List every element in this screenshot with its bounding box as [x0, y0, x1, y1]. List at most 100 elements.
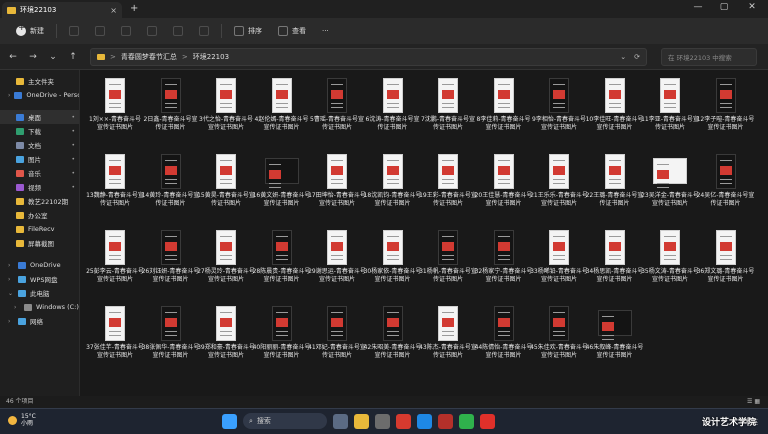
- file-item[interactable]: 38张佩华-青春奋斗号宣传证书图片: [142, 300, 200, 374]
- file-item[interactable]: 16黄文妍-青春奋斗号宣传证书图片: [253, 148, 311, 222]
- file-item[interactable]: 27杨灵玲-青春奋斗号宣传证书图片: [197, 224, 255, 298]
- sidebar-item-this-pc[interactable]: ⌄ 此电脑: [0, 286, 79, 300]
- file-item[interactable]: 12李子暄-青春奋斗号宣传证书图片: [697, 72, 755, 146]
- tab-active[interactable]: 环境22103 ×: [2, 2, 122, 18]
- file-item[interactable]: 21王乐乐-青春奋斗号宣传证书图片: [530, 148, 588, 222]
- tab-close-button[interactable]: ×: [110, 6, 117, 15]
- sidebar-item-quick[interactable]: 文档 •: [0, 138, 79, 152]
- sidebar-item-windows-c[interactable]: › Windows (C:): [0, 300, 79, 314]
- app-icon[interactable]: [375, 413, 390, 429]
- rename-button[interactable]: [139, 21, 165, 41]
- file-item[interactable]: 3代之怡-青春奋斗号宣传证书图片: [197, 72, 255, 146]
- file-item[interactable]: 18沈凯钧-青春奋斗号宣传证书图片: [364, 148, 422, 222]
- file-item[interactable]: 10李佳旺-青春奋斗号宣传证书图片: [586, 72, 644, 146]
- sidebar-item-quick[interactable]: 办公室: [0, 208, 79, 222]
- up-button[interactable]: ↑: [66, 52, 80, 62]
- file-item[interactable]: 11李亚-青春奋斗号宣传证书图片: [641, 72, 699, 146]
- file-item[interactable]: 4赵伦嫣-青春奋斗号宣传证书图片: [253, 72, 311, 146]
- file-item[interactable]: 36郑文璐-青春奋斗号宣传证书图片: [697, 224, 755, 298]
- file-item[interactable]: 34杨思凯-青春奋斗号宣传证书图片: [586, 224, 644, 298]
- copy-button[interactable]: [87, 21, 113, 41]
- delete-button[interactable]: [191, 21, 217, 41]
- file-item[interactable]: 2日鑫-青春奋斗号宣传证书图片: [142, 72, 200, 146]
- file-item[interactable]: 37张佳芊-青春奋斗号宣传证书图片: [86, 300, 144, 374]
- sidebar-item-onedrive-personal[interactable]: › OneDrive - Perso: [0, 88, 79, 102]
- file-item[interactable]: 45朱佳欢-青春奋斗号宣传证书图片: [530, 300, 588, 374]
- recent-locations-button[interactable]: ⌄: [46, 52, 60, 62]
- file-item[interactable]: 42朱昭美-青春奋斗号宣传证书图片: [364, 300, 422, 374]
- cut-button[interactable]: [61, 21, 87, 41]
- sidebar-item-quick[interactable]: 屏幕截图: [0, 236, 79, 250]
- file-item[interactable]: 17田坤怡-青春奋斗号宣传证书图片: [308, 148, 366, 222]
- file-item[interactable]: 44陈倩怡-青春奋斗号宣传证书图片: [475, 300, 533, 374]
- share-button[interactable]: [165, 21, 191, 41]
- sort-button[interactable]: 排序: [226, 21, 270, 41]
- file-item[interactable]: 43陈杰-青春奋斗号宣传证书图片: [419, 300, 477, 374]
- start-icon[interactable]: [222, 413, 237, 429]
- file-explorer-icon[interactable]: [354, 413, 369, 429]
- address-dropdown-button[interactable]: ⌄: [620, 53, 626, 61]
- sidebar-item-wps[interactable]: › WPS网盘: [0, 272, 79, 286]
- file-item[interactable]: 41邓妃-青春奋斗号宣传证书图片: [308, 300, 366, 374]
- maximize-button[interactable]: ▢: [712, 2, 736, 12]
- file-item[interactable]: 26刘钰妍-青春奋斗号宣传证书图片: [142, 224, 200, 298]
- forward-button[interactable]: →: [26, 52, 40, 62]
- file-item[interactable]: 20王佳慧-青春奋斗号宣传证书图片: [475, 148, 533, 222]
- file-item[interactable]: 33杨晞铅-青春奋斗号宣传证书图片: [530, 224, 588, 298]
- sidebar-item-quick[interactable]: 下载 •: [0, 124, 79, 138]
- sidebar-item-quick[interactable]: 图片 •: [0, 152, 79, 166]
- file-item[interactable]: 6沈涛-青春奋斗号宣传证书图片: [364, 72, 422, 146]
- new-tab-button[interactable]: +: [130, 3, 138, 14]
- window-close-button[interactable]: ✕: [740, 2, 764, 12]
- file-item[interactable]: 35杨文涛-青春奋斗号宣传证书图片: [641, 224, 699, 298]
- file-item[interactable]: 15黄昊-青春奋斗号宣传证书图片: [197, 148, 255, 222]
- sidebar-item-quick[interactable]: 教艺22102期: [0, 194, 79, 208]
- file-item[interactable]: 32杨家宁-青春奋斗号宣传证书图片: [475, 224, 533, 298]
- file-item[interactable]: 40阳丽丽-青春奋斗号宣传证书图片: [253, 300, 311, 374]
- file-item[interactable]: 31杨帆-青春奋斗号宣传证书图片: [419, 224, 477, 298]
- file-item[interactable]: 1刘××-青春奋斗号宣传证书图片: [86, 72, 144, 146]
- edge-icon[interactable]: [417, 413, 432, 429]
- sidebar-item-network[interactable]: › 网络: [0, 314, 79, 328]
- file-item[interactable]: 30杨家依-青春奋斗号宣传证书图片: [364, 224, 422, 298]
- more-button[interactable]: ···: [314, 21, 337, 41]
- sidebar-item-quick[interactable]: 视频 •: [0, 180, 79, 194]
- taskbar-search[interactable]: ⌕ 搜索: [243, 413, 327, 429]
- paste-button[interactable]: [113, 21, 139, 41]
- wps-office-icon[interactable]: [480, 413, 495, 429]
- file-item[interactable]: 9李相怡-青春奋斗号宣传证书图片: [530, 72, 588, 146]
- file-item[interactable]: 25彭李云-青春奋斗号宣传证书图片: [86, 224, 144, 298]
- view-button[interactable]: 查看: [270, 21, 314, 41]
- view-toggle[interactable]: ☰ ▦: [747, 396, 760, 408]
- sidebar-item-quick[interactable]: 音乐 •: [0, 166, 79, 180]
- sidebar-item-home[interactable]: 主文件夹: [0, 74, 79, 88]
- app-icon[interactable]: [438, 413, 453, 429]
- sidebar-item-quick[interactable]: FileRecv: [0, 222, 79, 236]
- file-item[interactable]: 14黄玲-青春奋斗号宣传证书图片: [142, 148, 200, 222]
- weather-widget[interactable]: 15°C 小雨: [8, 413, 36, 427]
- address-bar[interactable]: > 青春圆梦春节汇总 > 环境22103 ⌄ ⟳: [90, 47, 647, 66]
- file-item[interactable]: 39郑和豪-青春奋斗号宣传证书图片: [197, 300, 255, 374]
- breadcrumb-current[interactable]: 环境22103: [193, 52, 229, 62]
- file-item[interactable]: 19王彩-青春奋斗号宣传证书图片: [419, 148, 477, 222]
- file-item[interactable]: 24吴亿-青春奋斗号宣传证书图片: [697, 148, 755, 222]
- file-item[interactable]: 46朱叙峰-青春奋斗号宣传证书图片: [586, 300, 644, 374]
- breadcrumb-parent[interactable]: 青春圆梦春节汇总: [121, 52, 177, 62]
- file-item[interactable]: 7沈鹏-青春奋斗号宣传证书图片: [419, 72, 477, 146]
- search-input[interactable]: 在 环境22103 中搜索: [661, 47, 757, 66]
- back-button[interactable]: ←: [6, 52, 20, 62]
- file-item[interactable]: 13魏静-青春奋斗号宣传证书图片: [86, 148, 144, 222]
- minimize-button[interactable]: —: [686, 2, 710, 12]
- wps-icon[interactable]: [396, 413, 411, 429]
- file-item[interactable]: 22王璐-青春奋斗号宣传证书图片: [586, 148, 644, 222]
- file-item[interactable]: 29谢思运-青春奋斗号宣传证书图片: [308, 224, 366, 298]
- file-item[interactable]: 23吴洋金-青春奋斗号宣传证书图片: [641, 148, 699, 222]
- sidebar-item-quick[interactable]: 桌面 •: [0, 110, 79, 124]
- wechat-icon[interactable]: [459, 413, 474, 429]
- file-item[interactable]: 8李佳莉-青春奋斗号宣传证书图片: [475, 72, 533, 146]
- refresh-button[interactable]: ⟳: [634, 53, 640, 61]
- file-item[interactable]: 28陈晨贵-青春奋斗号宣传证书图片: [253, 224, 311, 298]
- sidebar-item-onedrive[interactable]: › OneDrive: [0, 258, 79, 272]
- new-button[interactable]: 新建: [8, 21, 52, 41]
- widgets-icon[interactable]: [333, 413, 348, 429]
